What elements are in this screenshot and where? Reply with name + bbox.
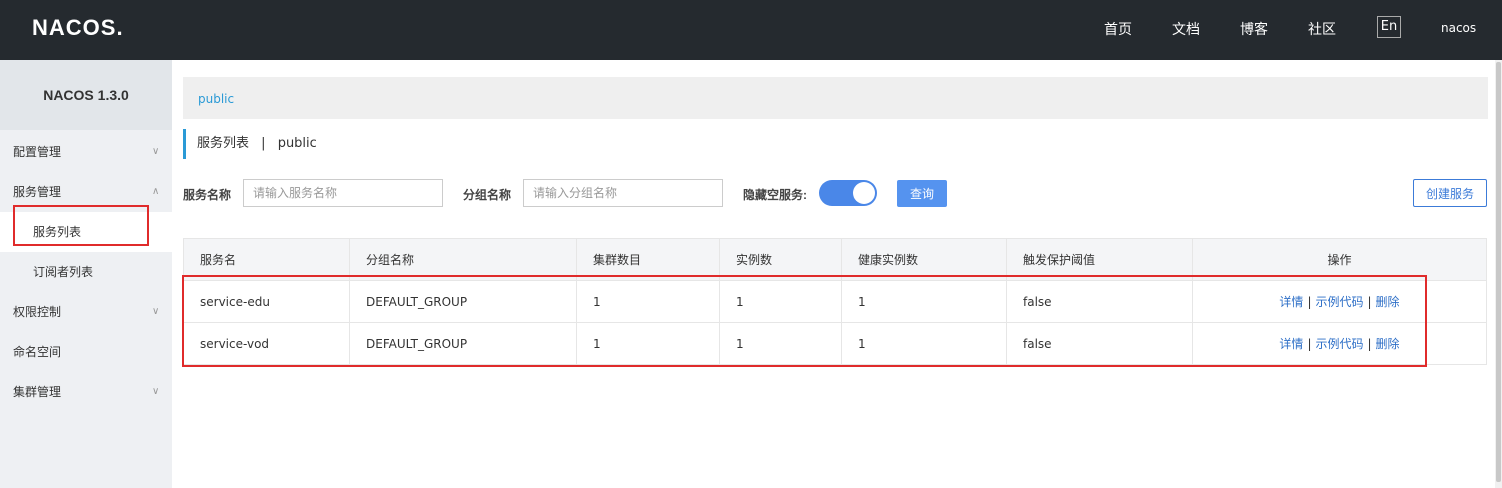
chevron-up-icon: ∧: [152, 186, 160, 197]
highlight-box-service-list: [13, 205, 149, 246]
highlight-box-service-rows: [182, 275, 1427, 367]
sidebar-item-subscriber-list[interactable]: 订阅者列表: [0, 252, 172, 292]
chevron-down-icon: ∨: [152, 146, 160, 157]
page-title: 服务列表 | public: [183, 129, 317, 159]
sidebar-item-namespace[interactable]: 命名空间: [0, 332, 172, 372]
nacos-logo[interactable]: NACOS.: [32, 15, 124, 41]
sidebar-item-label: 集群管理: [13, 385, 62, 399]
chevron-down-icon: ∨: [152, 306, 160, 317]
sidebar-title: NACOS 1.3.0: [0, 60, 172, 130]
group-name-input[interactable]: [523, 179, 723, 207]
nav-home[interactable]: 首页: [1104, 19, 1132, 39]
service-name-input[interactable]: [243, 179, 443, 207]
namespace-breadcrumb: public: [183, 77, 1488, 119]
nav-docs[interactable]: 文档: [1172, 19, 1200, 39]
toggle-knob: [853, 182, 875, 204]
top-bar: NACOS. 首页 文档 博客 社区 En nacos: [0, 0, 1502, 60]
page-title-text: 服务列表: [197, 136, 250, 151]
sidebar-item-label: 配置管理: [13, 145, 62, 159]
service-name-label: 服务名称: [183, 188, 232, 202]
sidebar-item-cluster-management[interactable]: 集群管理 ∨: [0, 372, 172, 412]
sidebar-item-label: 权限控制: [13, 305, 62, 319]
query-button[interactable]: 查询: [897, 180, 947, 207]
sidebar-item-config-management[interactable]: 配置管理 ∨: [0, 132, 172, 172]
nav-community[interactable]: 社区: [1308, 19, 1336, 39]
logo-text: NACOS: [32, 15, 117, 40]
sidebar-item-access-control[interactable]: 权限控制 ∨: [0, 292, 172, 332]
sidebar: NACOS 1.3.0 配置管理 ∨ 服务管理 ∧ 服务列表 订阅者列表 权限控…: [0, 60, 172, 488]
user-name[interactable]: nacos: [1441, 21, 1476, 35]
hide-empty-services-toggle[interactable]: [819, 180, 877, 206]
nav-blog[interactable]: 博客: [1240, 19, 1268, 39]
namespace-link-public[interactable]: public: [198, 92, 234, 106]
scrollbar-thumb[interactable]: [1496, 62, 1501, 482]
logo-dot: .: [116, 15, 124, 40]
chevron-down-icon: ∨: [152, 386, 160, 397]
page-title-namespace: public: [277, 136, 317, 151]
group-name-label: 分组名称: [463, 188, 512, 202]
hide-empty-services-label: 隐藏空服务:: [743, 188, 807, 202]
sidebar-item-label: 订阅者列表: [33, 265, 94, 279]
language-switch-button[interactable]: En: [1377, 16, 1401, 38]
page-title-divider: |: [261, 136, 266, 151]
create-service-button[interactable]: 创建服务: [1413, 179, 1487, 207]
sidebar-item-label: 命名空间: [13, 345, 62, 359]
